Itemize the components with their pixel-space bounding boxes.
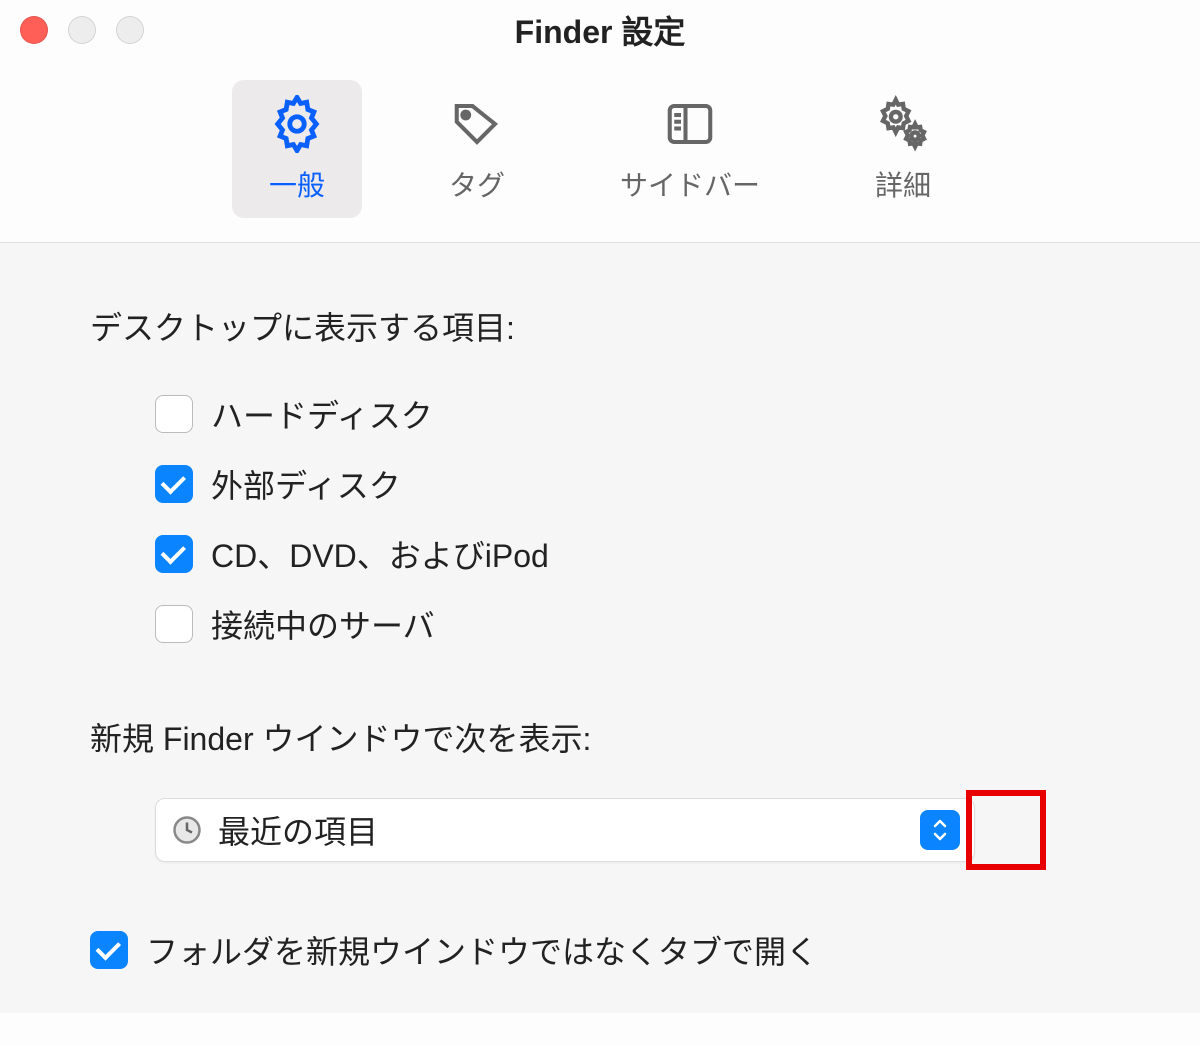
finder-settings-window: Finder 設定 一般 タグ	[0, 0, 1200, 1045]
close-button[interactable]	[20, 16, 48, 44]
content-pane: デスクトップに表示する項目: ハードディスク 外部ディスク CD、DVD、および…	[0, 243, 1200, 1013]
window-title: Finder 設定	[515, 7, 686, 53]
checkbox-row-harddisk: ハードディスク	[90, 379, 1110, 449]
chevron-updown-icon	[920, 810, 960, 850]
checkbox-row-tabs: フォルダを新規ウインドウではなくタブで開く	[90, 862, 1110, 973]
clock-icon	[170, 813, 204, 847]
checkbox-row-external: 外部ディスク	[90, 449, 1110, 519]
gears-icon	[873, 94, 933, 154]
dropdown-container: 最近の項目	[90, 790, 1110, 862]
tab-tags[interactable]: タグ	[412, 80, 542, 218]
checkbox-open-in-tabs[interactable]	[90, 931, 128, 969]
checkbox-label: 接続中のサーバ	[211, 601, 435, 647]
new-window-label: 新規 Finder ウインドウで次を表示:	[90, 714, 1110, 760]
tag-icon	[447, 94, 507, 154]
dropdown-value: 最近の項目	[218, 807, 906, 853]
desktop-items-label: デスクトップに表示する項目:	[90, 303, 1110, 349]
checkbox-connected-servers[interactable]	[155, 605, 193, 643]
new-window-dropdown[interactable]: 最近の項目	[155, 798, 975, 862]
tab-label: サイドバー	[620, 164, 760, 204]
minimize-button[interactable]	[68, 16, 96, 44]
highlight-annotation	[966, 790, 1046, 870]
checkbox-label: フォルダを新規ウインドウではなくタブで開く	[146, 927, 818, 973]
tab-label: タグ	[449, 164, 505, 204]
checkbox-external-disks[interactable]	[155, 465, 193, 503]
checkbox-harddisk[interactable]	[155, 395, 193, 433]
tab-label: 詳細	[875, 164, 931, 204]
tab-advanced[interactable]: 詳細	[838, 80, 968, 218]
checkbox-label: CD、DVD、およびiPod	[211, 531, 549, 577]
checkbox-label: ハードディスク	[211, 391, 433, 437]
checkbox-row-servers: 接続中のサーバ	[90, 589, 1110, 659]
checkbox-cd-dvd-ipod[interactable]	[155, 535, 193, 573]
tab-general[interactable]: 一般	[232, 80, 362, 218]
tab-label: 一般	[269, 164, 325, 204]
sidebar-icon	[660, 94, 720, 154]
gear-icon	[267, 94, 327, 154]
toolbar-tabs: 一般 タグ サイドバー	[0, 60, 1200, 243]
checkbox-row-cddvd: CD、DVD、およびiPod	[90, 519, 1110, 589]
traffic-lights	[20, 16, 144, 44]
maximize-button[interactable]	[116, 16, 144, 44]
titlebar: Finder 設定	[0, 0, 1200, 60]
checkbox-label: 外部ディスク	[211, 461, 401, 507]
tab-sidebar[interactable]: サイドバー	[592, 80, 788, 218]
